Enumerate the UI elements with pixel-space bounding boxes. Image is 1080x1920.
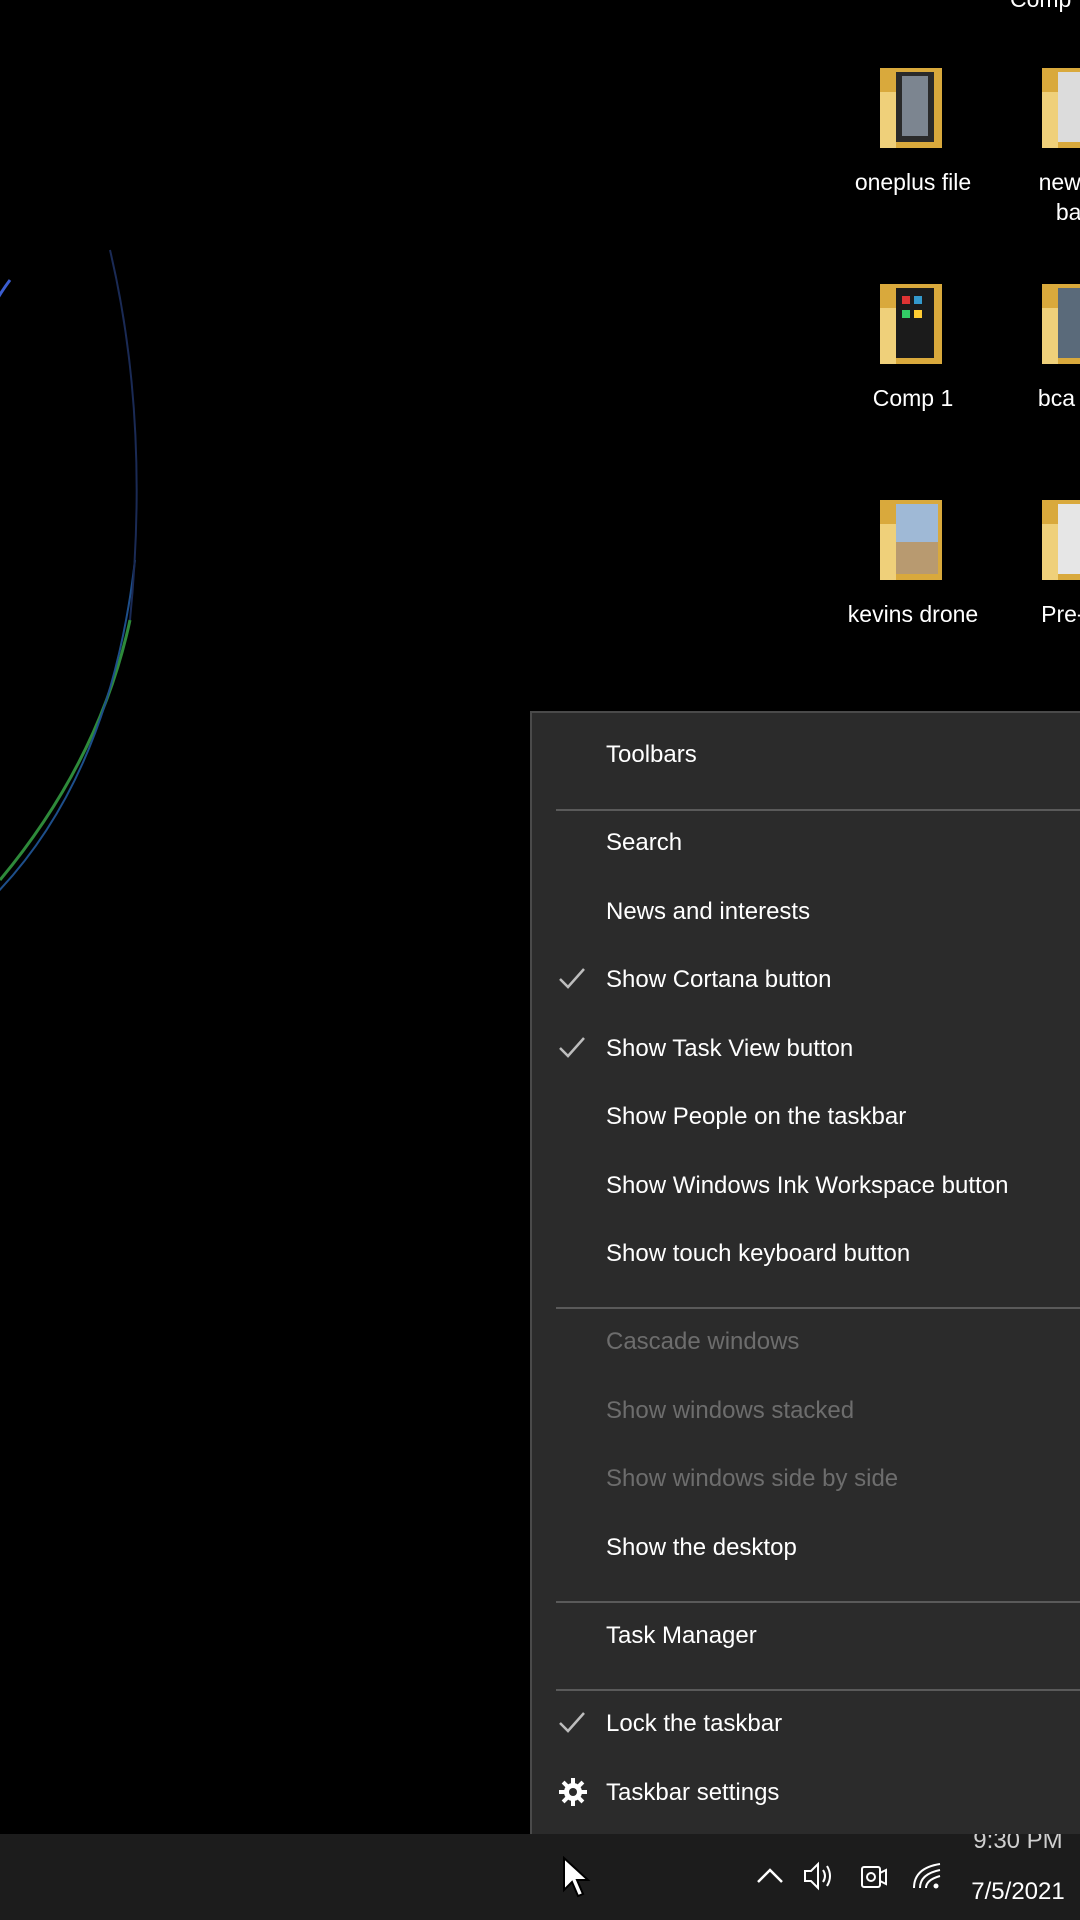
menu-item-toolbars[interactable]: Toolbars (532, 721, 1080, 789)
menu-item-label: Show touch keyboard button (606, 1240, 911, 1267)
menu-item-show-the-desktop[interactable]: Show the desktop (532, 1514, 1080, 1582)
menu-item-label: Cascade windows (606, 1328, 800, 1355)
menu-item-search[interactable]: Search (532, 809, 1080, 877)
menu-item-lock-the-taskbar[interactable]: Lock the taskbar (532, 1690, 1080, 1758)
desktop-icon-label: bca log (1037, 385, 1080, 411)
desktop-icon-label: new yo (1038, 169, 1080, 195)
desktop-icon-label: oneplus file (854, 169, 972, 195)
menu-item-show-people[interactable]: Show People on the taskbar (532, 1083, 1080, 1151)
clock-date: 7/5/2021 (971, 1878, 1065, 1905)
taskbar-clock[interactable]: 9:30 PM 7/5/2021 (958, 1834, 1078, 1906)
menu-item-cascade-windows: Cascade windows (532, 1308, 1080, 1376)
folder-icon (1042, 284, 1080, 364)
menu-item-label: Show the desktop (606, 1534, 797, 1561)
checkmark-icon (559, 1037, 585, 1058)
folder-icon (1042, 68, 1080, 148)
chevron-up-icon[interactable] (752, 1858, 788, 1894)
menu-item-label: Show People on the taskbar (606, 1103, 907, 1130)
checkmark-icon (559, 968, 585, 989)
menu-item-label: Show windows stacked (606, 1397, 855, 1424)
menu-item-task-manager[interactable]: Task Manager (532, 1602, 1080, 1670)
desktop-icon-label-line2: ban (1055, 199, 1080, 225)
meet-now-icon[interactable] (856, 1858, 892, 1894)
menu-item-label: Show Task View button (606, 1035, 854, 1062)
menu-item-news-and-interests[interactable]: News and interests (532, 878, 1080, 946)
desktop-icon-pre-comp[interactable]: Pre-co (990, 494, 1080, 629)
desktop-icon-oneplus-file[interactable]: oneplus file (828, 62, 998, 197)
menu-item-taskbar-settings[interactable]: Taskbar settings (532, 1759, 1080, 1827)
menu-item-label: Taskbar settings (606, 1779, 780, 1806)
taskbar-context-menu: Toolbars Search News and interests Show … (530, 711, 1080, 1853)
menu-item-show-touch-keyboard[interactable]: Show touch keyboard button (532, 1220, 1080, 1288)
menu-item-show-task-view-button[interactable]: Show Task View button (532, 1015, 1080, 1083)
speaker-icon[interactable] (800, 1858, 836, 1894)
folder-icon (880, 284, 942, 364)
desktop-icon-bca-logo[interactable]: bca log (990, 278, 1080, 413)
desktop-icon-label: kevins drone (847, 601, 979, 627)
taskbar[interactable]: 9:30 PM 7/5/2021 (0, 1834, 1080, 1920)
mouse-cursor-icon (563, 1856, 591, 1898)
menu-item-label: Show windows side by side (606, 1465, 899, 1492)
menu-item-show-cortana-button[interactable]: Show Cortana button (532, 946, 1080, 1014)
menu-item-label: Task Manager (606, 1622, 757, 1649)
checkmark-icon (559, 1712, 585, 1733)
menu-item-show-windows-side-by-side: Show windows side by side (532, 1445, 1080, 1513)
desktop-icon-label: Comp 1 (872, 385, 954, 411)
menu-item-show-windows-stacked: Show windows stacked (532, 1377, 1080, 1445)
folder-icon (880, 500, 942, 580)
desktop-icon-comp-1[interactable]: Comp 1 (828, 278, 998, 413)
desktop-icon-label-cut: Comp (1010, 0, 1080, 13)
desktop-icon-label: Pre-co (1041, 601, 1080, 627)
folder-icon (880, 68, 942, 148)
gear-icon (559, 1778, 587, 1806)
clock-time: 9:30 PM (973, 1834, 1063, 1854)
menu-item-show-windows-ink[interactable]: Show Windows Ink Workspace button (532, 1152, 1080, 1220)
menu-item-label: Toolbars (606, 741, 697, 768)
menu-item-label: Show Cortana button (606, 966, 832, 993)
menu-item-label: Search (606, 829, 683, 856)
menu-item-label: Lock the taskbar (606, 1710, 783, 1737)
menu-item-label: News and interests (606, 898, 811, 925)
desktop-icon-new-york-banner[interactable]: new yo ban (990, 62, 1080, 227)
folder-icon (1042, 500, 1080, 580)
desktop-icon-kevins-drone[interactable]: kevins drone (828, 494, 998, 629)
wifi-icon[interactable] (910, 1858, 946, 1894)
wallpaper-swirl (0, 249, 138, 892)
menu-item-label: Show Windows Ink Workspace button (606, 1172, 1009, 1199)
